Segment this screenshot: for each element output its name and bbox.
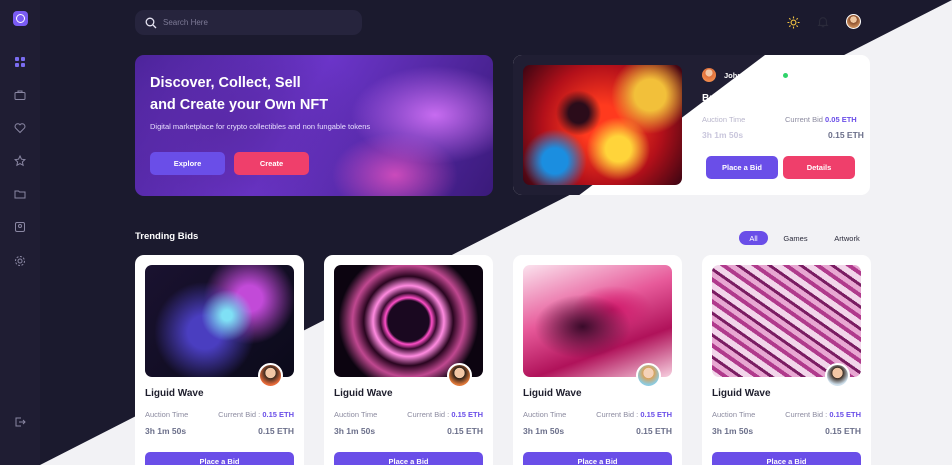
search-icon (145, 17, 157, 28)
folder-icon[interactable] (13, 187, 27, 201)
creator-avatar[interactable] (447, 363, 472, 388)
card-price: 0.15 ETH (825, 426, 861, 436)
grid-icon[interactable] (13, 55, 27, 69)
auction-time-value: 3h 1m 50s (712, 426, 754, 436)
hero-banner: Discover, Collect, Sell and Create your … (135, 55, 493, 196)
bell-icon[interactable] (816, 15, 830, 29)
current-bid-label: Current Bid : 0.15 ETH (407, 410, 483, 419)
sun-icon[interactable] (786, 15, 800, 29)
filter-artwork[interactable]: Artwork (829, 231, 865, 245)
current-bid-label: Current Bid 0.05 ETH (785, 115, 857, 124)
place-bid-button[interactable]: Place a Bid (523, 452, 672, 465)
nft-image[interactable] (334, 265, 483, 377)
creator-avatar[interactable] (258, 363, 283, 388)
auction-time-value: 3h 1m 50s (523, 426, 565, 436)
author-avatar[interactable] (702, 68, 716, 82)
auction-time-label: Auction Time (712, 410, 756, 419)
search-input[interactable] (163, 18, 343, 27)
featured-title: Brighten IQ (702, 93, 757, 104)
briefcase-icon[interactable] (13, 88, 27, 102)
logout-icon[interactable] (13, 415, 27, 429)
nft-image[interactable] (145, 265, 294, 377)
place-bid-button[interactable]: Place a Bid (145, 452, 294, 465)
online-status-dot (783, 73, 788, 78)
current-bid-label: Current Bid : 0.15 ETH (785, 410, 861, 419)
auction-time-value: 3h 1m 50s (702, 130, 744, 140)
card-title: Liguid Wave (523, 388, 582, 399)
app-logo-icon[interactable] (13, 11, 28, 26)
place-bid-button[interactable]: Place a Bid (712, 452, 861, 465)
featured-nft-image[interactable] (523, 65, 682, 185)
filter-all[interactable]: All (739, 231, 768, 245)
hero-title: Discover, Collect, Sell and Create your … (150, 75, 329, 113)
nft-card[interactable]: Liguid Wave Auction Time Current Bid : 0… (324, 255, 493, 465)
place-bid-button[interactable]: Place a Bid (334, 452, 483, 465)
filter-games[interactable]: Games (778, 231, 813, 245)
nft-card[interactable]: Liguid Wave Auction Time Current Bid : 0… (513, 255, 682, 465)
trending-title: Trending Bids (135, 231, 199, 242)
card-price: 0.15 ETH (447, 426, 483, 436)
author-name[interactable]: John Abraham (724, 71, 776, 80)
auction-time-label: Auction Time (523, 410, 567, 419)
featured-price: 0.15 ETH (828, 130, 864, 140)
nft-card[interactable]: Liguid Wave Auction Time Current Bid : 0… (135, 255, 304, 465)
card-title: Liguid Wave (145, 388, 204, 399)
heart-icon[interactable] (13, 121, 27, 135)
nft-image[interactable] (523, 265, 672, 377)
nft-image[interactable] (712, 265, 861, 377)
user-avatar[interactable] (846, 14, 861, 29)
card-title: Liguid Wave (334, 388, 393, 399)
current-bid-label: Current Bid : 0.15 ETH (218, 410, 294, 419)
star-icon[interactable] (13, 154, 27, 168)
auction-time-label: Auction Time (702, 115, 746, 124)
sidebar (0, 0, 40, 465)
card-title: Liguid Wave (712, 388, 771, 399)
auction-time-value: 3h 1m 50s (145, 426, 187, 436)
search-bar[interactable] (135, 10, 362, 35)
place-bid-button[interactable]: Place a Bid (706, 156, 778, 179)
creator-avatar[interactable] (636, 363, 661, 388)
current-bid-label: Current Bid : 0.15 ETH (596, 410, 672, 419)
card-price: 0.15 ETH (258, 426, 294, 436)
auction-time-label: Auction Time (334, 410, 378, 419)
auction-time-label: Auction Time (145, 410, 189, 419)
creator-avatar[interactable] (825, 363, 850, 388)
create-button[interactable]: Create (234, 152, 309, 175)
auction-time-value: 3h 1m 50s (334, 426, 376, 436)
details-button[interactable]: Details (783, 156, 855, 179)
nft-card[interactable]: Liguid Wave Auction Time Current Bid : 0… (702, 255, 871, 465)
profile-icon[interactable] (13, 220, 27, 234)
explore-button[interactable]: Explore (150, 152, 225, 175)
settings-icon[interactable] (13, 254, 27, 268)
hero-subtitle: Digital marketplace for crypto collectib… (150, 122, 371, 131)
card-price: 0.15 ETH (636, 426, 672, 436)
